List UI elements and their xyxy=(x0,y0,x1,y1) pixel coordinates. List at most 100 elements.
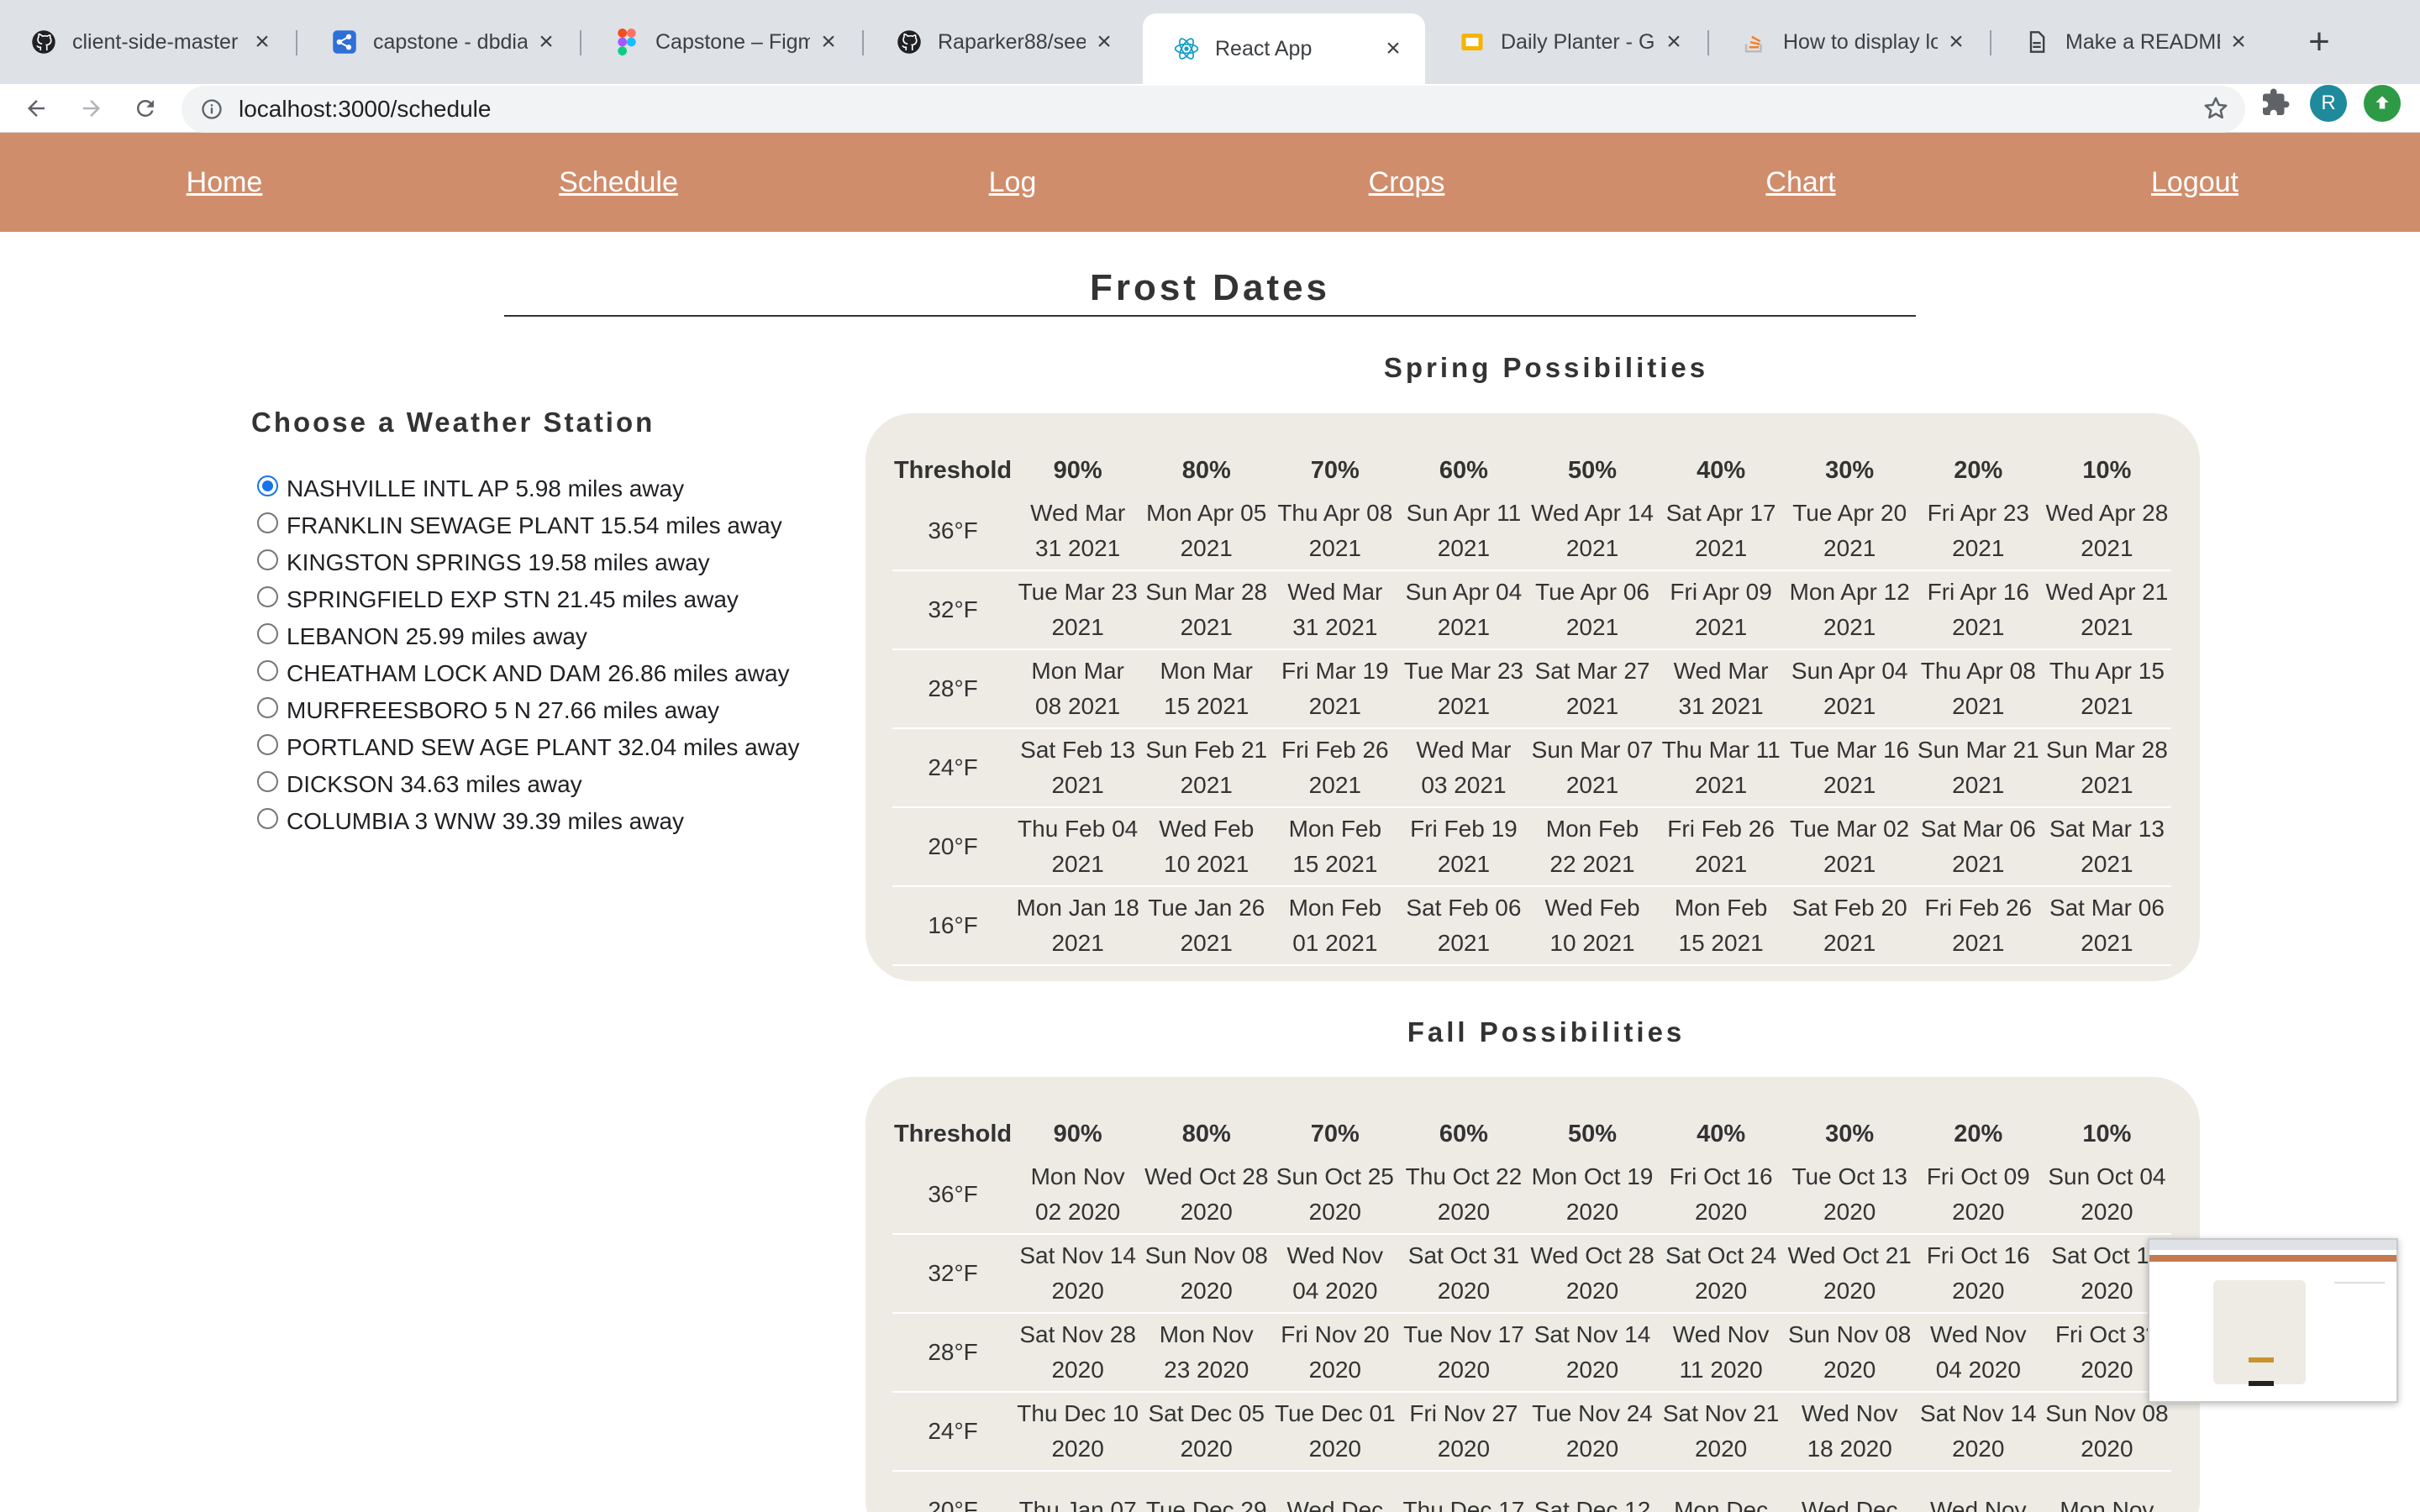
station-radio[interactable] xyxy=(257,512,278,533)
station-option[interactable]: DICKSON 34.63 miles away xyxy=(257,766,800,803)
station-option[interactable]: NASHVILLE INTL AP 5.98 miles away xyxy=(257,470,800,507)
browser-tab[interactable]: React App × xyxy=(1143,13,1425,84)
browser-tab[interactable]: Raparker88/seedPlanter× xyxy=(865,13,1136,71)
frost-date-cell: Sat Nov 14 2020 xyxy=(1528,1314,1657,1393)
forward-button[interactable] xyxy=(71,87,113,129)
table-row: 28°F Mon Mar 08 2021 Mon Mar 15 2021 Fri Ma… xyxy=(892,650,2171,729)
station-option[interactable]: CHEATHAM LOCK AND DAM 26.86 miles away xyxy=(257,655,800,692)
nav-logout-link[interactable]: Logout xyxy=(2151,166,2238,199)
screenshot-preview-thumbnail[interactable] xyxy=(2148,1238,2398,1403)
frost-date-cell: Sat Mar 06 2021 xyxy=(2042,887,2171,966)
document-icon xyxy=(2023,29,2050,55)
frost-date-cell: Mon Feb 15 2021 xyxy=(1656,887,1786,966)
page-title: Frost Dates xyxy=(1089,267,1331,308)
reload-button[interactable] xyxy=(124,87,166,129)
frost-date-cell: Fri Apr 23 2021 xyxy=(1913,492,2043,571)
threshold-cell: 16°F xyxy=(892,887,1014,966)
frost-date-cell: Sat Nov 14 2020 xyxy=(1013,1235,1143,1314)
frost-date-cell: Mon Jan 18 2021 xyxy=(1013,887,1143,966)
station-option[interactable]: COLUMBIA 3 WNW 39.39 miles away xyxy=(257,803,800,840)
frost-date-cell: Wed Oct 21 2020 xyxy=(1785,1235,1914,1314)
table-row: 28°F Sat Nov 28 2020 Mon Nov 23 2020 Fri No… xyxy=(892,1314,2171,1393)
frost-date-cell: Sat Mar 13 2021 xyxy=(2042,808,2171,887)
close-tab-icon[interactable]: × xyxy=(1662,28,1686,56)
frost-date-cell: Wed Mar 31 2021 xyxy=(1270,571,1400,650)
close-tab-icon[interactable]: × xyxy=(1381,34,1405,63)
station-radio[interactable] xyxy=(257,659,278,681)
browser-tabstrip: client-side-master×capstone - dbdiagram×… xyxy=(0,0,2420,84)
frost-date-cell: Sun Oct 04 2020 xyxy=(2042,1156,2171,1235)
station-option[interactable]: MURFREESBORO 5 N 27.66 miles away xyxy=(257,692,800,729)
spring-title: Spring Possibilities xyxy=(1383,352,1709,383)
frost-date-cell: Mon Oct 19 2020 xyxy=(1528,1156,1657,1235)
station-radio[interactable] xyxy=(257,733,278,755)
address-bar[interactable]: localhost:3000/schedule xyxy=(182,86,2245,133)
table-row: 36°F Mon Nov 02 2020 Wed Oct 28 2020 Sun Oc… xyxy=(892,1156,2171,1235)
stackoverflow-icon xyxy=(1741,29,1768,55)
threshold-cell: 36°F xyxy=(892,492,1014,571)
frost-date-cell: Sun Mar 28 2021 xyxy=(2042,729,2171,808)
station-radio[interactable] xyxy=(257,475,278,496)
new-tab-button[interactable]: + xyxy=(2296,18,2343,66)
back-button[interactable] xyxy=(15,87,57,129)
station-label: KINGSTON SPRINGS 19.58 miles away xyxy=(287,549,710,575)
frost-date-cell: Sun Nov 08 2020 xyxy=(2042,1393,2171,1472)
station-radio[interactable] xyxy=(257,696,278,718)
probability-header: 70% xyxy=(1310,1120,1360,1147)
frost-date-cell: Sun Mar 07 2021 xyxy=(1528,729,1657,808)
frost-date-cell: Sat Feb 20 2021 xyxy=(1785,887,1914,966)
station-label: DICKSON 34.63 miles away xyxy=(287,771,582,797)
frost-date-cell: Sat Apr 17 2021 xyxy=(1656,492,1786,571)
browser-tab[interactable]: How to display local time× xyxy=(1711,13,1988,71)
station-option[interactable]: PORTLAND SEW AGE PLANT 32.04 miles away xyxy=(257,729,800,766)
frost-date-cell: Tue Nov 17 2020 xyxy=(1399,1314,1528,1393)
station-option[interactable]: SPRINGFIELD EXP STN 21.45 miles away xyxy=(257,581,800,618)
close-tab-icon[interactable]: × xyxy=(817,28,840,56)
bookmark-star-icon[interactable] xyxy=(2202,94,2230,127)
close-tab-icon[interactable]: × xyxy=(534,28,558,56)
close-tab-icon[interactable]: × xyxy=(1944,28,1968,56)
browser-tab[interactable]: Make a README × xyxy=(1993,13,2270,71)
station-radio[interactable] xyxy=(257,549,278,570)
frost-date-cell: Tue Oct 13 2020 xyxy=(1785,1156,1914,1235)
browser-tab[interactable]: capstone - dbdiagram× xyxy=(301,13,578,71)
station-radio[interactable] xyxy=(257,622,278,644)
nav-schedule-link[interactable]: Schedule xyxy=(559,166,678,199)
station-label: PORTLAND SEW AGE PLANT 32.04 miles away xyxy=(287,734,800,760)
address-url[interactable]: localhost:3000/schedule xyxy=(239,96,491,123)
station-radio[interactable] xyxy=(257,807,278,829)
close-tab-icon[interactable]: × xyxy=(2227,28,2250,56)
profile-avatar[interactable]: R xyxy=(2310,85,2347,122)
browser-tab[interactable]: Capstone – Figma × xyxy=(583,13,860,71)
probability-header: 50% xyxy=(1567,456,1618,484)
station-radio[interactable] xyxy=(257,585,278,607)
browser-tab[interactable]: Daily Planter - Google Slides × xyxy=(1428,13,1706,71)
station-option[interactable]: LEBANON 25.99 miles away xyxy=(257,618,800,655)
station-option[interactable]: KINGSTON SPRINGS 19.58 miles away xyxy=(257,544,800,581)
table-row: 16°F Mon Jan 18 2021 Tue Jan 26 2021 Mon Fe… xyxy=(892,887,2171,966)
info-icon[interactable] xyxy=(200,97,224,125)
browser-tab[interactable]: client-side-master × xyxy=(0,13,294,71)
table-row: 24°F Sat Feb 13 2021 Sun Feb 21 2021 Fri Fe… xyxy=(892,729,2171,808)
probability-header: 40% xyxy=(1697,1120,1746,1147)
frost-date-cell: Tue Nov 24 2020 xyxy=(1528,1393,1657,1472)
table-row: 32°F Sat Nov 14 2020 Sun Nov 08 2020 Wed No… xyxy=(892,1235,2171,1314)
nav-log-link[interactable]: Log xyxy=(989,166,1037,199)
station-option[interactable]: FRANKLIN SEWAGE PLANT 15.54 miles away xyxy=(257,507,800,544)
update-arrow-icon[interactable] xyxy=(2364,85,2401,122)
frost-date-cell: Sun Nov 08 2020 xyxy=(1142,1235,1271,1314)
nav-crops-link[interactable]: Crops xyxy=(1369,166,1445,199)
frost-date-cell: Sat Oct 24 2020 xyxy=(1656,1235,1786,1314)
station-radio[interactable] xyxy=(257,770,278,792)
nav-home-link[interactable]: Home xyxy=(187,166,263,199)
close-tab-icon[interactable]: × xyxy=(1092,28,1116,56)
threshold-cell: 32°F xyxy=(892,1235,1014,1314)
tab-title: Capstone – Figma xyxy=(655,29,810,54)
tab-separator xyxy=(862,30,864,55)
spring-frost-table: Threshold 90% 80% 70% 60% 50% 40% 30% 20% 10% 36°F… xyxy=(892,449,2171,966)
station-label: FRANKLIN SEWAGE PLANT 15.54 miles away xyxy=(287,512,782,538)
nav-chart-link[interactable]: Chart xyxy=(1765,166,1835,199)
threshold-cell: 28°F xyxy=(892,650,1014,729)
close-tab-icon[interactable]: × xyxy=(250,28,274,56)
extensions-puzzle-icon[interactable] xyxy=(2260,87,2291,122)
